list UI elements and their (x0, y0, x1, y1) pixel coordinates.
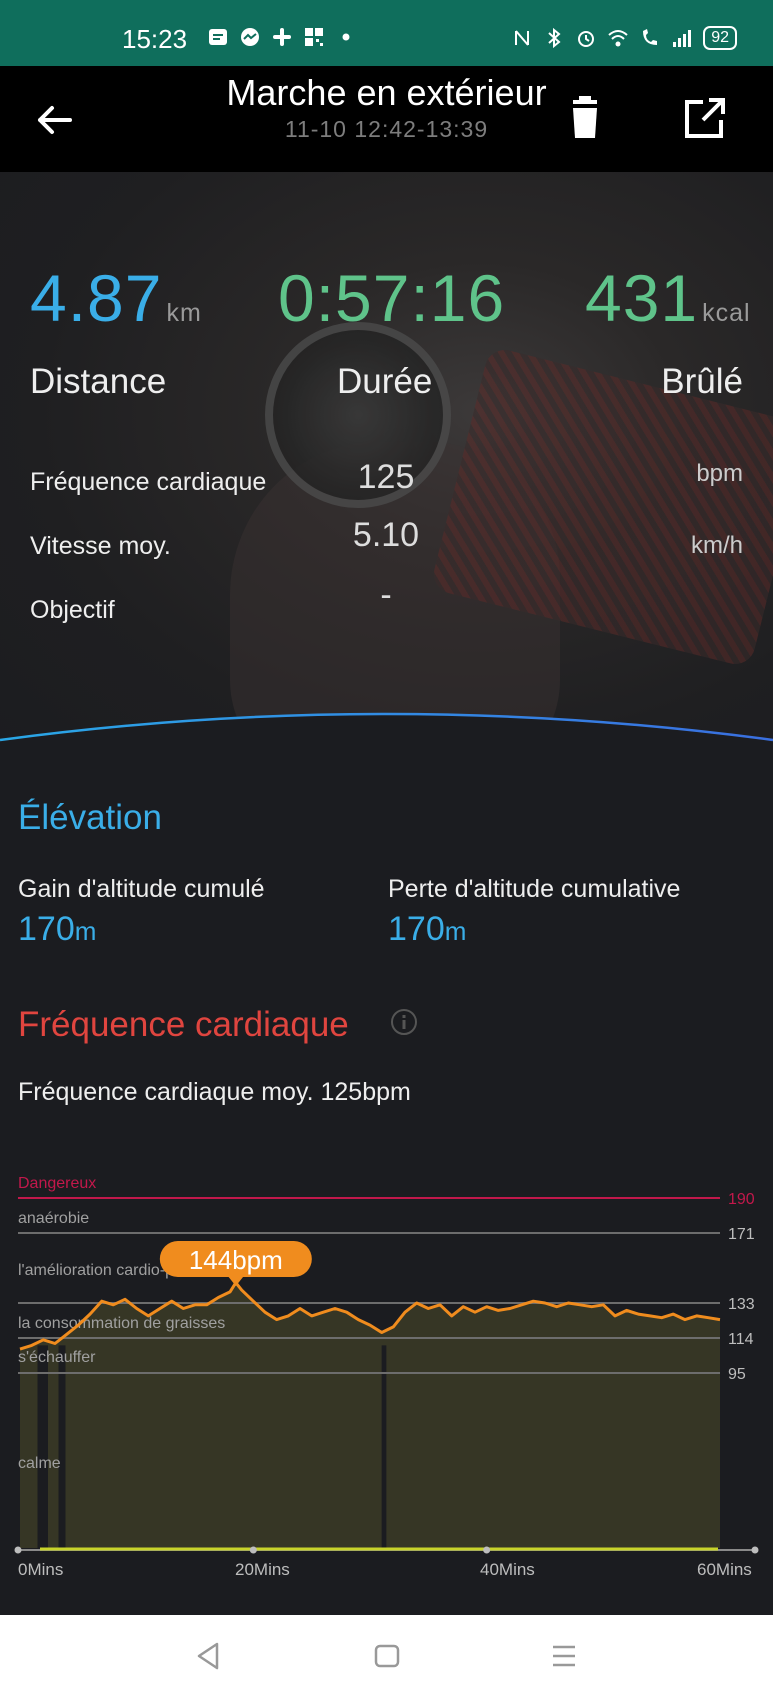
zone-label-5: calme (18, 1455, 61, 1472)
duration-stat: 0:57:16 (278, 260, 505, 336)
distance-unit: km (166, 299, 202, 327)
slack-icon (273, 28, 291, 46)
status-time: 15:23 (122, 24, 188, 54)
qr-code-icon (305, 28, 323, 46)
delete-icon[interactable] (565, 96, 605, 140)
nav-menu-icon[interactable] (550, 1641, 578, 1671)
notification-icons (207, 26, 357, 48)
calories-stat: 431 kcal (585, 260, 751, 336)
section-arc-divider (0, 712, 773, 790)
calories-label: Brûlé (661, 362, 743, 401)
chart-gap-2 (381, 1345, 387, 1548)
zone-label-4: s'échauffer (18, 1349, 96, 1366)
elevation-loss-value: 170 (388, 910, 445, 948)
dot-icon (342, 33, 350, 41)
distance-value: 4.87 (30, 261, 163, 335)
elevation-gain-value: 170 (18, 910, 75, 948)
signal-icon (673, 30, 692, 47)
share-icon[interactable] (683, 96, 727, 140)
nfc-icon (515, 30, 530, 46)
heart-rate-chart: Dangereuxanaérobiel'amélioration cardio-… (14, 1175, 759, 1579)
elevation-title: Élévation (18, 798, 162, 837)
nav-back-icon[interactable] (195, 1641, 221, 1671)
heart-rate-average: Fréquence cardiaque moy. 125bpm (18, 1078, 411, 1106)
elevation-loss-unit: m (444, 916, 467, 946)
message-icon (209, 29, 227, 45)
y-tick-label-2: 133 (728, 1296, 755, 1313)
detail-label-speed: Vitesse moy. (30, 532, 171, 560)
x-tick-label-0: 0Mins (18, 1560, 63, 1579)
x-tick-dot-0 (14, 1546, 22, 1554)
workout-summary: 4.87 km 0:57:16 431 kcal Distance Durée Br… (0, 172, 773, 772)
zone-label-0: Dangereux (18, 1175, 96, 1192)
bluetooth-icon (548, 27, 561, 49)
system-nav-bar (0, 1615, 773, 1700)
x-tick-label-1: 20Mins (235, 1560, 290, 1579)
page-title: Marche en extérieur (226, 72, 547, 113)
info-icon[interactable] (390, 1008, 418, 1036)
detail-unit-speed: km/h (690, 532, 743, 559)
duration-label: Durée (337, 362, 433, 401)
calories-unit: kcal (702, 299, 751, 327)
y-tick-label-4: 95 (728, 1366, 746, 1383)
detail-unit-heart-rate: bpm (696, 460, 743, 487)
detail-label-goal: Objectif (30, 596, 115, 624)
status-bar: 15:23 92 (0, 0, 773, 66)
peak-label: 144bpm (189, 1245, 283, 1275)
messenger-icon (241, 28, 259, 46)
wifi-icon (608, 30, 628, 47)
duration-value: 0:57:16 (278, 261, 506, 335)
page-subtitle: 11-10 12:42-13:39 (284, 116, 489, 142)
detail-label-heart-rate: Fréquence cardiaque (30, 468, 267, 496)
zone-label-3: la consommation de graisses (18, 1315, 225, 1332)
y-tick-label-1: 171 (728, 1226, 755, 1243)
distance-stat: 4.87 km (30, 260, 202, 336)
elevation-gain-unit: m (74, 916, 97, 946)
wifi-call-icon (643, 29, 658, 45)
y-tick-label-3: 114 (728, 1331, 754, 1348)
detail-value-goal: - (380, 576, 392, 614)
system-icons: 92 (511, 26, 737, 50)
alarm-icon (578, 31, 595, 47)
distance-label: Distance (30, 362, 167, 401)
y-tick-label-0: 190 (728, 1191, 755, 1208)
detail-value-speed: 5.10 (352, 516, 420, 554)
nav-home-icon[interactable] (374, 1641, 400, 1671)
chart-gap-0 (37, 1345, 48, 1548)
x-tick-label-3: 60Mins (697, 1560, 752, 1579)
battery-indicator: 92 (703, 26, 737, 50)
elevation-loss-label: Perte d'altitude cumulative (388, 875, 681, 903)
elevation-gain-label: Gain d'altitude cumulé (18, 875, 265, 903)
zone-label-1: anaérobie (18, 1210, 89, 1227)
calories-value: 431 (585, 261, 699, 335)
chart-gap-1 (58, 1345, 66, 1548)
x-tick-dot-1 (249, 1546, 257, 1554)
app-bar: Marche en extérieur 11-10 12:42-13:39 (0, 66, 773, 172)
elevation-loss: 170m (388, 910, 466, 949)
heart-rate-title: Fréquence cardiaque (18, 1005, 349, 1044)
x-tick-label-2: 40Mins (480, 1560, 535, 1579)
x-tick-dot-2 (483, 1546, 491, 1554)
peak-badge-pointer (227, 1276, 244, 1286)
elevation-gain: 170m (18, 910, 96, 949)
x-tick-dot-3 (751, 1546, 759, 1554)
detail-value-heart-rate: 125 (357, 458, 415, 496)
